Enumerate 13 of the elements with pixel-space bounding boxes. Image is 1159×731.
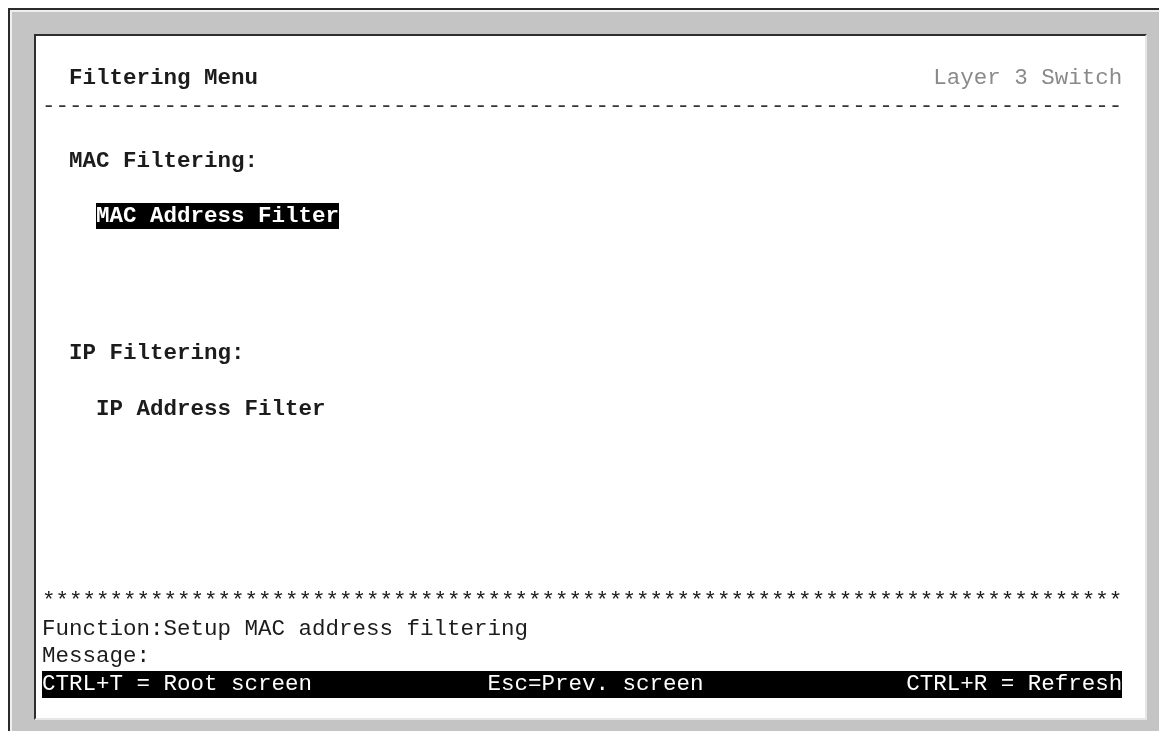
product-name: Layer 3 Switch — [933, 65, 1123, 93]
asterisk-divider: ******************************************************************************** — [42, 588, 1123, 614]
shortcut-hint: Esc=Prev. screen — [487, 670, 704, 698]
shortcut-hint: CTRL+R = Refresh — [906, 670, 1123, 698]
dashed-divider: -------------------------------------------------------------------------------- — [42, 92, 1123, 119]
menu-item[interactable]: IP Address Filter — [96, 395, 326, 422]
message-label: Message: — [42, 643, 151, 669]
function-description: Function:Setup MAC address filtering — [42, 615, 529, 642]
section-heading: MAC Filtering: — [69, 147, 259, 174]
section-heading: IP Filtering: — [69, 340, 245, 366]
menu-title: Filtering Menu — [69, 65, 259, 91]
shortcut-hint: CTRL+T = Root screen — [42, 670, 313, 698]
menu-item[interactable]: MAC Address Filter — [96, 203, 340, 230]
